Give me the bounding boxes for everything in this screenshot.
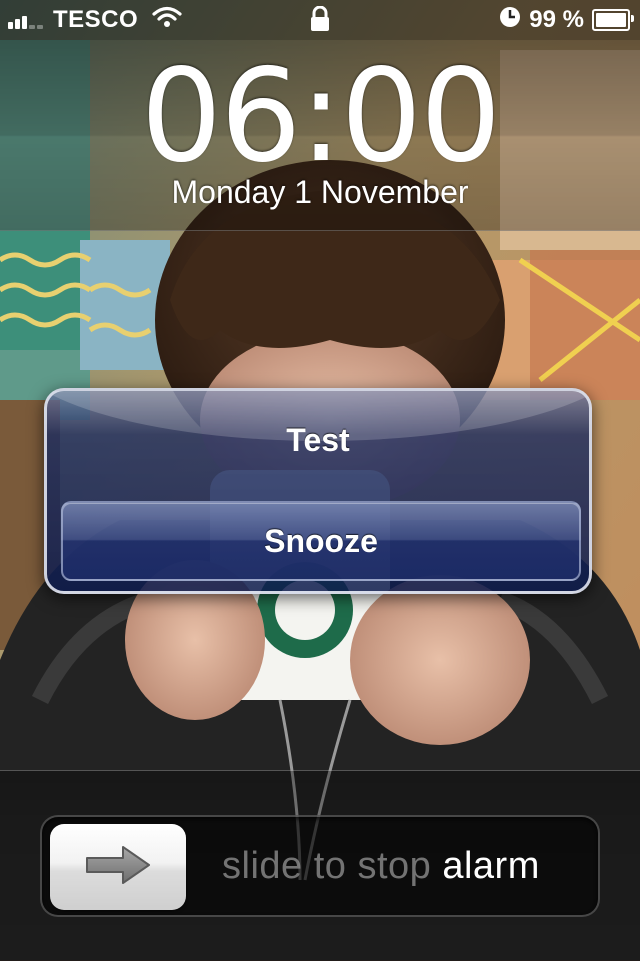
battery-icon <box>592 9 634 31</box>
clock-time: 06:00 <box>140 42 502 191</box>
slider-knob[interactable] <box>50 824 186 910</box>
alarm-alert: Test Snooze <box>44 388 592 594</box>
slider-label-dim: slide to stop <box>222 845 443 887</box>
carrier-name: TESCO <box>53 6 139 33</box>
alarm-clock-icon <box>499 6 521 35</box>
snooze-button[interactable]: Snooze <box>61 501 581 581</box>
slider-panel: slide to stop alarm <box>0 770 640 961</box>
slide-to-stop-track[interactable]: slide to stop alarm <box>40 815 600 917</box>
clock-panel: 06:00 Monday 1 November <box>0 40 640 231</box>
status-bar-left: TESCO <box>8 0 182 40</box>
slider-label-shine: alarm <box>442 845 540 887</box>
wifi-icon <box>152 6 182 35</box>
right-arrow-icon <box>85 845 151 890</box>
status-bar: TESCO 99 % <box>0 0 640 40</box>
slide-to-stop-label: slide to stop alarm <box>222 817 582 915</box>
alarm-title: Test <box>286 422 350 458</box>
signal-strength-icon <box>8 11 45 29</box>
status-bar-right: 99 % <box>499 0 634 40</box>
battery-level-fill <box>596 13 626 27</box>
clock-date: Monday 1 November <box>171 174 469 210</box>
battery-percent: 99 % <box>529 6 584 33</box>
lock-icon <box>309 5 331 39</box>
